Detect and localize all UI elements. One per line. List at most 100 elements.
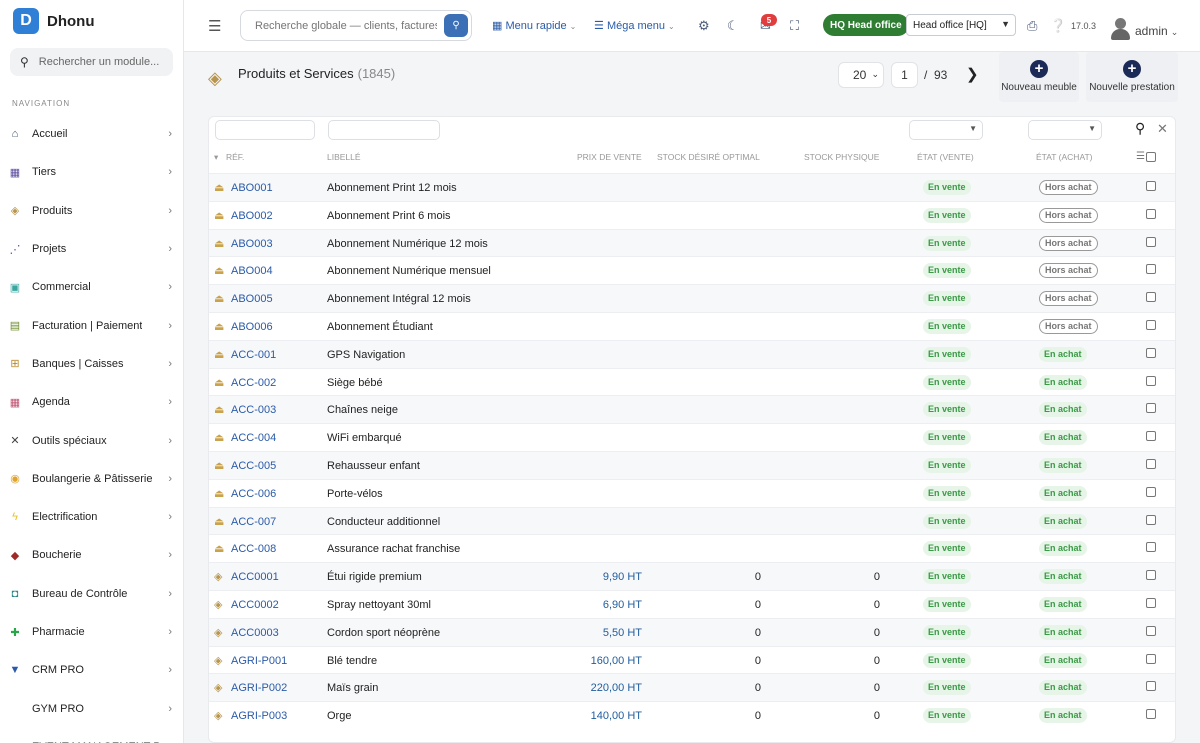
table-row[interactable]: ⏏ ABO004 Abonnement Numérique mensuel En ve… [209,256,1175,284]
col-header-price[interactable]: PRIX DE VENTE [577,152,642,162]
sidebar-item[interactable]: ✕ Outils spéciaux › [0,421,183,459]
table-row[interactable]: ◈ AGRI-P003 Orge 140,00 HT 0 0 En vente En acha… [209,701,1175,729]
filter-sell-state-select[interactable]: ▼ [909,120,983,140]
table-row[interactable]: ◈ ACC0003 Cordon sport néoprène 5,50 HT 0 0 En… [209,617,1175,646]
table-row[interactable]: ⏏ ACC-001 GPS Navigation En vente En achat [209,339,1175,368]
page-number-input[interactable]: 1 [891,62,918,88]
row-checkbox[interactable] [1146,236,1156,247]
sidebar-item[interactable]: ▦ Tiers › [0,153,183,191]
row-checkbox[interactable] [1146,681,1156,692]
select-all-checkbox[interactable] [1146,152,1156,162]
row-ref-link[interactable]: ABO003 [231,238,273,250]
row-checkbox[interactable] [1146,431,1156,442]
sidebar-item[interactable]: ▤ Facturation | Paiement › [0,306,183,344]
table-row[interactable]: ⏏ ACC-007 Conducteur additionnel En vente En… [209,506,1175,535]
row-checkbox[interactable] [1146,597,1156,608]
sidebar-item[interactable]: ⋰ Projets › [0,230,183,268]
row-ref-link[interactable]: ABO002 [231,210,273,222]
row-ref-link[interactable]: ACC0001 [231,571,279,583]
table-row[interactable]: ⏏ ACC-006 Porte-vélos En vente En achat [209,478,1175,507]
row-ref-link[interactable]: ACC-007 [231,516,276,528]
sidebar-item[interactable]: GYM PRO › [0,689,183,727]
sidebar-item[interactable]: ⊞ Banques | Caisses › [0,345,183,383]
row-checkbox[interactable] [1146,181,1156,191]
global-search-input[interactable] [241,11,437,40]
sort-icon[interactable]: ▾ [214,152,218,163]
close-icon[interactable]: ✕ [1157,121,1168,137]
new-service-button[interactable]: + Nouvelle prestation [1086,52,1178,102]
print-icon[interactable]: ⎙ [1027,18,1037,34]
row-checkbox[interactable] [1146,458,1156,469]
row-checkbox[interactable] [1146,292,1156,303]
table-row[interactable]: ⏏ ABO002 Abonnement Print 6 mois En vente Ho… [209,200,1175,229]
sidebar-item[interactable]: ▬EVENT MANAGEMENT P...› [0,728,183,743]
user-menu[interactable]: admin ⌄ [1135,24,1178,38]
search-icon[interactable]: ⚲ [1135,120,1145,137]
row-ref-link[interactable]: ABO001 [231,182,273,194]
sidebar-item[interactable]: ϟ Electrification › [0,498,183,536]
table-row[interactable]: ◈ AGRI-P002 Maïs grain 220,00 HT 0 0 En vente E… [209,673,1175,702]
row-checkbox[interactable] [1146,570,1156,581]
sidebar-item[interactable]: ▦ Agenda › [0,383,183,421]
gear-icon[interactable]: ⚙ [698,18,710,34]
help-icon[interactable]: ❔ [1050,18,1066,34]
brand[interactable]: D Dhonu [0,0,183,42]
row-checkbox[interactable] [1146,625,1156,636]
row-ref-link[interactable]: ABO005 [231,293,273,305]
filter-buy-state-select[interactable]: ▼ [1028,120,1102,140]
row-ref-link[interactable]: ACC-003 [231,404,276,416]
table-row[interactable]: ◈ ACC0002 Spray nettoyant 30ml 6,90 HT 0 0 En … [209,589,1175,618]
table-row[interactable]: ⏏ ACC-004 WiFi embarqué En vente En achat [209,423,1175,451]
row-checkbox[interactable] [1146,709,1156,720]
row-checkbox[interactable] [1146,319,1156,330]
row-ref-link[interactable]: ACC-008 [231,543,276,555]
table-row[interactable]: ⏏ ABO005 Abonnement Intégral 12 mois En ven… [209,284,1175,312]
col-header-state-sell[interactable]: ÉTAT (VENTE) [917,152,974,162]
table-row[interactable]: ⏏ ABO001 Abonnement Print 12 mois En vente H… [209,173,1175,201]
table-row[interactable]: ⏏ ACC-005 Rehausseur enfant En vente En acha… [209,450,1175,479]
filter-ref-input[interactable] [215,120,315,140]
col-header-label[interactable]: LIBELLÉ [327,152,361,162]
next-page-icon[interactable]: ❯ [966,65,979,83]
row-checkbox[interactable] [1146,264,1156,275]
row-checkbox[interactable] [1146,403,1156,414]
moon-icon[interactable]: ☾ [727,18,739,34]
row-checkbox[interactable] [1146,542,1156,553]
filter-label-input[interactable] [328,120,440,140]
table-row[interactable]: ◈ AGRI-P001 Blé tendre 160,00 HT 0 0 En vente E… [209,645,1175,674]
limit-select[interactable]: 20 ⌄ [838,62,884,88]
sidebar-item[interactable]: ◉ Boulangerie & Pâtisserie › [0,460,183,498]
sidebar-item[interactable]: ▼ CRM PRO › [0,651,183,689]
avatar[interactable] [1110,18,1130,40]
row-ref-link[interactable]: ACC-002 [231,377,276,389]
sidebar-item[interactable]: ◈ Produits › [0,192,183,230]
entity-select[interactable]: Head office [HQ] ▼ [906,14,1016,36]
module-search-input[interactable]: ⚲ Rechercher un module... [10,48,173,76]
table-row[interactable]: ⏏ ACC-003 Chaînes neige En vente En achat [209,395,1175,424]
row-ref-link[interactable]: AGRI-P002 [231,682,287,694]
row-checkbox[interactable] [1146,375,1156,386]
row-ref-link[interactable]: ACC-006 [231,488,276,500]
row-checkbox[interactable] [1146,486,1156,497]
row-ref-link[interactable]: AGRI-P001 [231,655,287,667]
row-checkbox[interactable] [1146,208,1156,219]
row-ref-link[interactable]: AGRI-P003 [231,710,287,722]
col-header-state-buy[interactable]: ÉTAT (ACHAT) [1036,152,1093,162]
sidebar-item[interactable]: ▣ Commercial › [0,268,183,306]
sidebar-item[interactable]: ◘ Bureau de Contrôle › [0,575,183,613]
search-button[interactable]: ⚲ [444,14,468,37]
column-list-icon[interactable]: ☰ [1136,151,1145,162]
row-checkbox[interactable] [1146,653,1156,664]
table-row[interactable]: ⏏ ABO006 Abonnement Étudiant En vente Hors a… [209,311,1175,340]
quick-menu-button[interactable]: ▦ Menu rapide ⌄ [492,19,576,32]
col-header-stock-desired[interactable]: STOCK DÉSIRÉ OPTIMAL [657,152,760,162]
hamburger-menu-icon[interactable]: ☰ [208,17,221,35]
table-row[interactable]: ◈ ACC0001 Étui rigide premium 9,90 HT 0 0 En v… [209,562,1175,590]
col-header-stock-physical[interactable]: STOCK PHYSIQUE [804,152,879,162]
row-ref-link[interactable]: ABO004 [231,265,273,277]
sidebar-item[interactable]: ✚ Pharmacie › [0,613,183,651]
fullscreen-icon[interactable]: ⛶ [790,18,799,34]
row-ref-link[interactable]: ABO006 [231,321,273,333]
row-checkbox[interactable] [1146,347,1156,358]
col-header-ref[interactable]: RÉF. [226,152,244,162]
